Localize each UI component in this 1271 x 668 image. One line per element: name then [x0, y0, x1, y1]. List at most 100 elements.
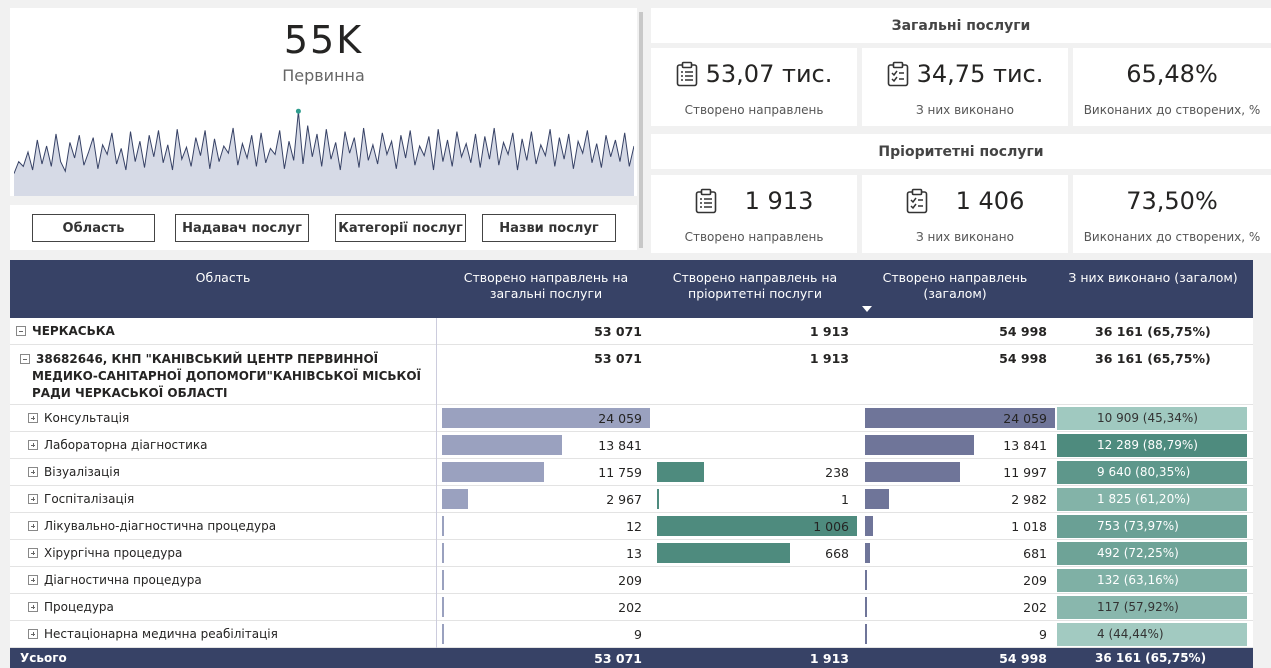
- priority-cell: 668: [651, 540, 857, 566]
- priority-value: [651, 567, 857, 573]
- expand-icon[interactable]: [28, 629, 38, 639]
- table-row[interactable]: Візуалізація 11 759 238 11 997 9 640 (80,35%…: [10, 459, 1253, 486]
- column-header-priority[interactable]: Створено направлень на пріоритетні послу…: [655, 260, 855, 318]
- total-value: 681: [1023, 546, 1047, 561]
- priority-cell: [651, 432, 857, 458]
- column-header-region[interactable]: Область: [10, 260, 436, 318]
- general-done-card: 34,75 тис. З них виконано: [862, 48, 1068, 126]
- general-done-value: 34,75 тис.: [916, 60, 1044, 88]
- priority-done-label: З них виконано: [916, 230, 1014, 244]
- region-total: 54 998: [999, 324, 1047, 339]
- slicer-region-button[interactable]: Область: [32, 214, 155, 242]
- done-value: 492 (72,25%): [1057, 542, 1247, 565]
- table-row[interactable]: Госпіталізація 2 967 1 2 982 1 825 (61,20%): [10, 486, 1253, 513]
- slicer-provider-button[interactable]: Надавач послуг: [175, 214, 309, 242]
- general-value: 202: [618, 600, 642, 615]
- category-name: Лікувально-діагностична процедура: [16, 513, 276, 539]
- category-name-text: Процедура: [44, 600, 114, 614]
- category-name: Діагностична процедура: [16, 567, 202, 593]
- column-header-total[interactable]: Створено направлень (загалом): [859, 260, 1051, 318]
- total-done: 36 161 (65,75%): [1095, 651, 1207, 665]
- priority-cell: [651, 594, 857, 620]
- expand-icon[interactable]: [28, 413, 38, 423]
- general-value: 11 759: [598, 465, 642, 480]
- general-created-label: Створено направлень: [684, 103, 824, 117]
- general-section-title: Загальні послуги: [651, 8, 1271, 43]
- table-row[interactable]: Лікувально-діагностична процедура 12 1 006…: [10, 513, 1253, 540]
- priority-value: [651, 432, 857, 438]
- total-value: 2 982: [1011, 492, 1047, 507]
- table-row[interactable]: Лабораторна діагностика 13 841 13 841 12 28…: [10, 432, 1253, 459]
- total-cell: 11 997: [859, 459, 1055, 485]
- done-value: 117 (57,92%): [1057, 596, 1247, 619]
- category-name-text: Нестаціонарна медична реабілітація: [44, 627, 278, 641]
- expand-icon[interactable]: [28, 602, 38, 612]
- category-name-text: Хірургічна процедура: [44, 546, 183, 560]
- priority-ratio-value: 73,50%: [1126, 187, 1218, 215]
- total-cell: 24 059: [859, 405, 1055, 431]
- total-value: 1 018: [1011, 519, 1047, 534]
- clipboard-list-icon: [695, 188, 716, 214]
- total-cell: 13 841: [859, 432, 1055, 458]
- category-name: Госпіталізація: [16, 486, 134, 512]
- provider-priority: 1 913: [809, 351, 849, 366]
- expand-icon[interactable]: [28, 521, 38, 531]
- slicer-category-button[interactable]: Категорії послуг: [335, 214, 466, 242]
- total-cell: 9: [859, 621, 1055, 647]
- general-value: 13 841: [598, 438, 642, 453]
- table-row[interactable]: Процедура 202 202 117 (57,92%): [10, 594, 1253, 621]
- priority-cell: [651, 405, 857, 431]
- total-total: 54 998: [999, 651, 1047, 666]
- priority-value: [651, 405, 857, 411]
- table-row[interactable]: Діагностична процедура 209 209 132 (63,16%): [10, 567, 1253, 594]
- total-row: Усього 53 071 1 913 54 998 36 161 (65,75…: [10, 648, 1253, 668]
- provider-row[interactable]: 38682646, КНП "КАНІВСЬКИЙ ЦЕНТР ПЕРВИННО…: [10, 345, 1253, 405]
- priority-value: 1: [841, 492, 849, 507]
- general-cell: 209: [436, 567, 650, 593]
- priority-created-card: 1 913 Створено направлень: [651, 175, 857, 253]
- kpi-panel: 55K Первинна: [10, 8, 637, 196]
- priority-ratio-card: 73,50% Виконаних до створених, %: [1073, 175, 1271, 253]
- provider-name-text: 38682646, КНП "КАНІВСЬКИЙ ЦЕНТР ПЕРВИННО…: [32, 352, 422, 400]
- done-value: 4 (44,44%): [1057, 623, 1247, 646]
- slicer-bar: Область Надавач послуг Категорії послуг …: [10, 205, 637, 250]
- slicer-service-name-button[interactable]: Назви послуг: [482, 214, 616, 242]
- category-name-text: Лікувально-діагностична процедура: [44, 519, 277, 533]
- expand-icon[interactable]: [28, 467, 38, 477]
- expand-icon[interactable]: [28, 440, 38, 450]
- category-name-text: Діагностична процедура: [44, 573, 202, 587]
- clipboard-check-icon: [887, 61, 908, 87]
- collapse-icon[interactable]: [20, 354, 30, 364]
- priority-value: [651, 594, 857, 600]
- expand-icon[interactable]: [28, 548, 38, 558]
- expand-icon[interactable]: [28, 494, 38, 504]
- panel-divider: [639, 12, 643, 248]
- sort-descending-icon[interactable]: [862, 306, 872, 312]
- done-value: 9 640 (80,35%): [1057, 461, 1247, 484]
- sparkline-chart[interactable]: [14, 100, 634, 196]
- column-header-general[interactable]: Створено направлень на загальні послуги: [442, 260, 650, 318]
- provider-name: 38682646, КНП "КАНІВСЬКИЙ ЦЕНТР ПЕРВИННО…: [16, 345, 436, 404]
- done-value: 12 289 (88,79%): [1057, 434, 1247, 457]
- priority-value: 238: [825, 465, 849, 480]
- total-value: 202: [1023, 600, 1047, 615]
- priority-cell: 238: [651, 459, 857, 485]
- table-row[interactable]: Консультація 24 059 24 059 10 909 (45,34%): [10, 405, 1253, 432]
- general-ratio-card: 65,48% Виконаних до створених, %: [1073, 48, 1271, 126]
- done-value: 132 (63,16%): [1057, 569, 1247, 592]
- column-header-done[interactable]: З них виконано (загалом): [1053, 260, 1253, 318]
- category-name: Процедура: [16, 594, 114, 620]
- priority-cell: [651, 567, 857, 593]
- total-general: 53 071: [594, 651, 642, 666]
- services-matrix-table: Область Створено направлень на загальні …: [10, 260, 1253, 668]
- collapse-icon[interactable]: [16, 326, 26, 336]
- region-row[interactable]: ЧЕРКАСЬКА 53 071 1 913 54 998 36 161 (65…: [10, 318, 1253, 345]
- priority-ratio-label: Виконаних до створених, %: [1083, 230, 1261, 244]
- category-name: Хірургічна процедура: [16, 540, 182, 566]
- table-row[interactable]: Нестаціонарна медична реабілітація 9 9 4 (4…: [10, 621, 1253, 648]
- sparkline-max-point: [295, 108, 301, 114]
- provider-done: 36 161 (65,75%): [1095, 351, 1211, 366]
- expand-icon[interactable]: [28, 575, 38, 585]
- table-row[interactable]: Хірургічна процедура 13 668 681 492 (72,25%): [10, 540, 1253, 567]
- region-priority: 1 913: [809, 324, 849, 339]
